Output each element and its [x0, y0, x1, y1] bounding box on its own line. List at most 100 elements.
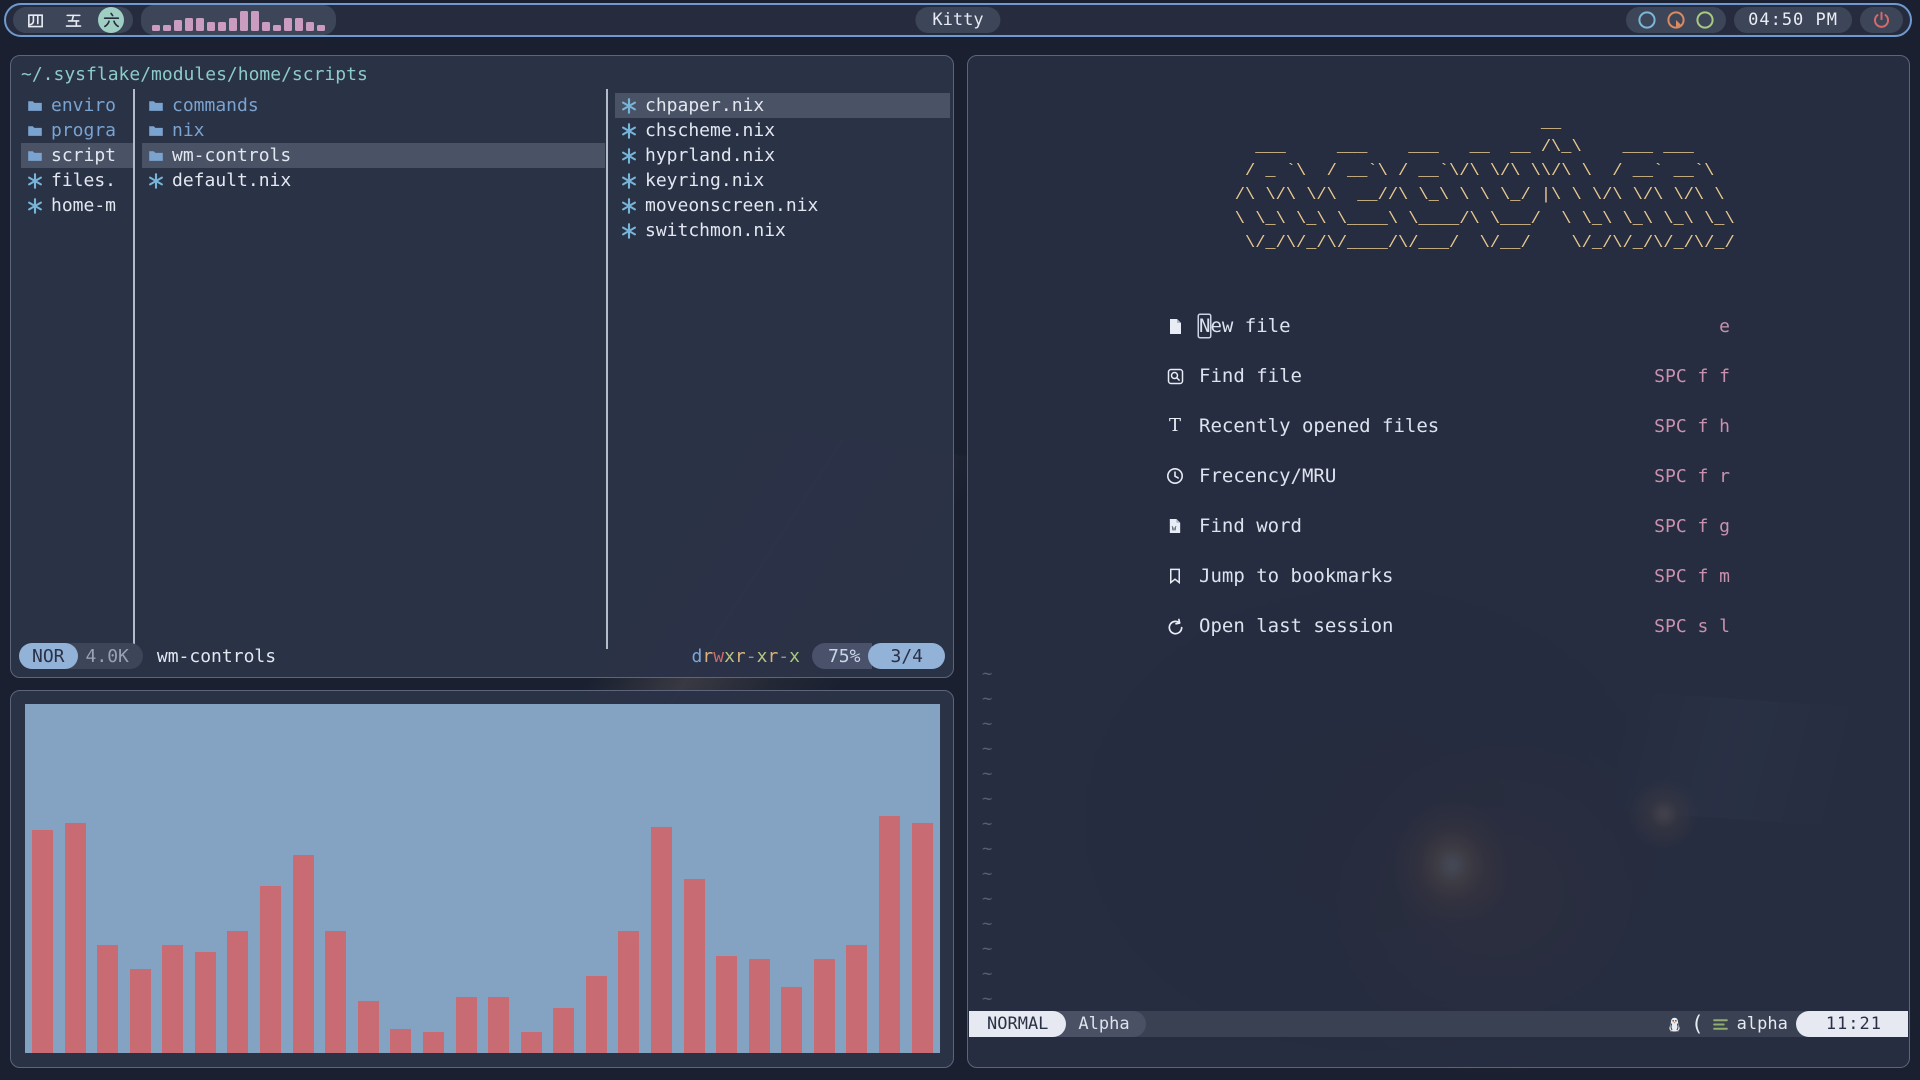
find-file-icon	[1164, 366, 1186, 386]
file-entry[interactable]: nix	[142, 118, 605, 143]
visualizer-bar	[618, 931, 639, 1053]
bookmarks-icon	[1164, 566, 1186, 586]
tilde-marker: ~	[982, 862, 992, 887]
file-entry-name: default.nix	[172, 170, 291, 191]
nix-icon	[615, 222, 638, 239]
nix-icon	[21, 172, 44, 189]
tilde-marker: ~	[982, 837, 992, 862]
file-entry[interactable]: keyring.nix	[615, 168, 950, 193]
nix-icon	[615, 147, 638, 164]
dashboard-menu-item[interactable]: Frecency/MRUSPC f r	[1164, 463, 1730, 489]
visualizer-bar	[684, 879, 705, 1053]
menu-item-shortcut: SPC f r	[1654, 466, 1730, 487]
visualizer-bar	[488, 997, 509, 1053]
file-entry-name: commands	[172, 95, 259, 116]
visualizer-bar	[749, 959, 770, 1053]
histogram-bar	[317, 25, 325, 32]
folder-icon	[21, 147, 44, 164]
histogram-bar	[152, 25, 160, 32]
dashboard-menu-item[interactable]: TRecently opened filesSPC f h	[1164, 413, 1730, 439]
tilde-marker: ~	[982, 737, 992, 762]
file-entry[interactable]: default.nix	[142, 168, 605, 193]
workspace-button-3[interactable]	[98, 7, 124, 33]
statusline-time: 11:21	[1796, 1011, 1908, 1037]
file-entry-name: home-m	[51, 195, 116, 216]
filetype-label: alpha	[1737, 1014, 1788, 1034]
neovim-statusline: NORMAL Alpha ( alpha 11:21	[969, 1011, 1908, 1037]
visualizer-bar	[358, 1001, 379, 1053]
file-entry[interactable]: script	[21, 143, 133, 168]
dashboard-menu-item[interactable]: New filee	[1164, 313, 1730, 339]
nix-icon	[615, 197, 638, 214]
system-monitor-rings[interactable]	[1626, 7, 1726, 33]
scroll-percent: 75%	[812, 643, 873, 669]
workspace-switcher	[13, 7, 133, 33]
visualizer-bar	[325, 931, 346, 1053]
linux-penguin-icon	[1666, 1016, 1683, 1033]
file-entry-name: enviro	[51, 95, 116, 116]
new-file-icon	[1164, 316, 1186, 336]
visualizer-bar	[227, 931, 248, 1053]
selected-file-name: wm-controls	[157, 646, 276, 667]
vim-mode-badge: NORMAL	[969, 1011, 1066, 1037]
file-entry[interactable]: progra	[21, 118, 133, 143]
dashboard-menu-item[interactable]: wFind wordSPC f g	[1164, 513, 1730, 539]
file-entry[interactable]: commands	[142, 93, 605, 118]
file-entry[interactable]: chpaper.nix	[615, 93, 950, 118]
tilde-marker: ~	[982, 962, 992, 987]
visualizer-bar	[390, 1029, 411, 1053]
file-entry[interactable]: files.	[21, 168, 133, 193]
workspace-button-2[interactable]	[60, 7, 86, 33]
tilde-marker: ~	[982, 787, 992, 812]
visualizer-bar	[586, 976, 607, 1053]
menu-item-label: Open last session	[1199, 615, 1393, 637]
ring-orange[interactable]	[1666, 10, 1686, 30]
visualizer-bar	[521, 1032, 542, 1053]
folder-icon	[142, 97, 165, 114]
file-entry-name: files.	[51, 170, 116, 191]
tilde-marker: ~	[982, 987, 992, 1012]
file-entry-name: script	[51, 145, 116, 166]
file-entry-name: chscheme.nix	[645, 120, 775, 141]
recent-files-icon: T	[1164, 416, 1186, 436]
histogram-bar	[229, 18, 237, 31]
top-status-bar: Kitty 04:50 PM	[4, 3, 1912, 37]
nix-icon	[142, 172, 165, 189]
file-entry[interactable]: chscheme.nix	[615, 118, 950, 143]
frecency-icon	[1164, 466, 1186, 486]
menu-item-label: Recently opened files	[1199, 415, 1439, 437]
histogram-bar	[163, 25, 171, 32]
file-entry-name: moveonscreen.nix	[645, 195, 818, 216]
folder-icon	[142, 147, 165, 164]
file-entry[interactable]: home-m	[21, 193, 133, 218]
file-entry[interactable]: moveonscreen.nix	[615, 193, 950, 218]
ring-blue[interactable]	[1637, 10, 1657, 30]
tilde-marker: ~	[982, 762, 992, 787]
column-divider	[133, 89, 135, 649]
menu-item-shortcut: SPC s l	[1654, 616, 1730, 637]
visualizer-bar	[162, 945, 183, 1053]
menu-item-label: Jump to bookmarks	[1199, 565, 1393, 587]
folder-icon	[21, 122, 44, 139]
clock-widget[interactable]: 04:50 PM	[1734, 7, 1852, 33]
neovim-window: __ ___ ___ ___ __ __ /\_\ ___ ___ / _ `\…	[967, 55, 1910, 1068]
ring-green[interactable]	[1695, 10, 1715, 30]
histogram-bar	[174, 20, 182, 31]
file-entry-name: switchmon.nix	[645, 220, 786, 241]
file-entry[interactable]: wm-controls	[142, 143, 605, 168]
file-entry-name: keyring.nix	[645, 170, 764, 191]
dashboard-menu-item[interactable]: Open last session SPC s l	[1164, 613, 1730, 639]
visualizer-bar	[879, 816, 900, 1053]
dashboard-menu-item[interactable]: Jump to bookmarksSPC f m	[1164, 563, 1730, 589]
visualizer-bar	[814, 959, 835, 1053]
preview-column: chpaper.nix chscheme.nix hyprland.nix ke…	[615, 93, 950, 243]
activity-histogram-widget[interactable]	[141, 5, 336, 35]
power-button[interactable]	[1860, 7, 1903, 33]
file-entry[interactable]: switchmon.nix	[615, 218, 950, 243]
file-entry[interactable]: enviro	[21, 93, 133, 118]
visualizer-bar	[97, 945, 118, 1053]
tilde-marker: ~	[982, 812, 992, 837]
file-entry[interactable]: hyprland.nix	[615, 143, 950, 168]
dashboard-menu-item[interactable]: Find fileSPC f f	[1164, 363, 1730, 389]
workspace-button-1[interactable]	[22, 7, 48, 33]
